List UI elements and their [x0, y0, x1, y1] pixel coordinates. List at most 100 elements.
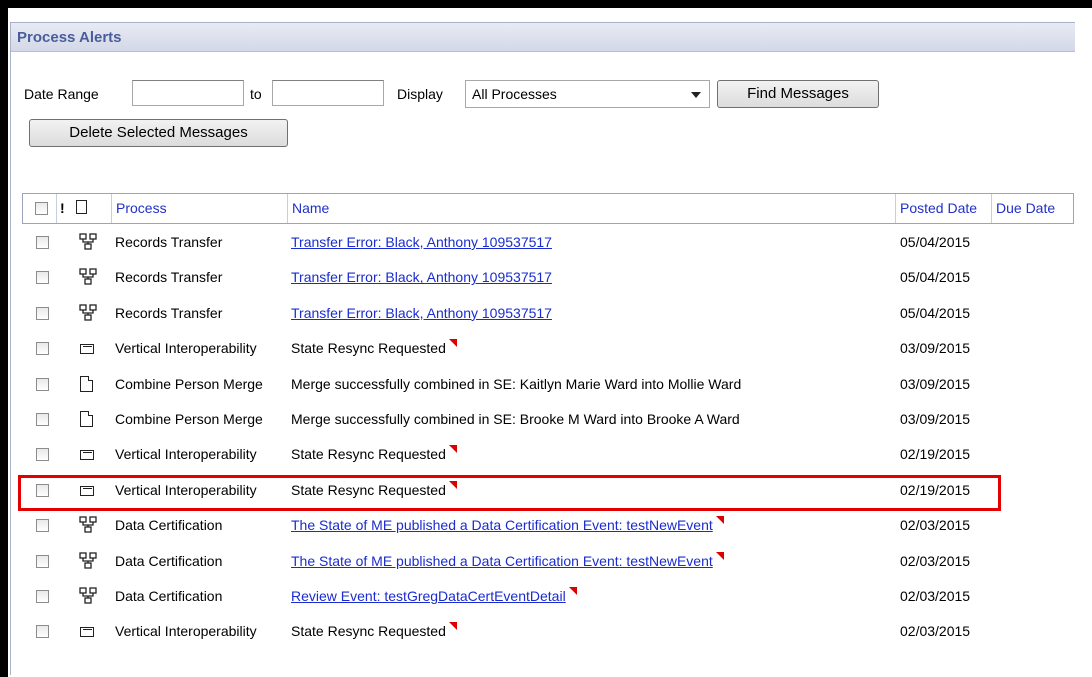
table-row: Records Transfer Transfer Error: Black, A… — [22, 225, 1074, 260]
row-checkbox[interactable] — [36, 483, 49, 497]
filter-bar: Date Range to Display All Processes Find… — [24, 80, 924, 108]
message-link[interactable]: Transfer Error: Black, Anthony 109537517 — [291, 305, 552, 321]
process-cell: Combine Person Merge — [115, 411, 263, 427]
table-row: Data Certification The State of ME publis… — [22, 508, 1074, 543]
row-checkbox[interactable] — [36, 377, 49, 391]
flag-icon — [448, 622, 457, 631]
envelope-icon — [80, 344, 94, 355]
envelope-icon — [80, 450, 94, 461]
process-flow-icon — [79, 587, 97, 604]
process-flow-icon — [79, 551, 97, 569]
date-from-input[interactable] — [132, 80, 244, 106]
name-cell: Merge successfully combined in SE: Kaitl… — [291, 367, 741, 402]
table-row: Records Transfer Transfer Error: Black, A… — [22, 296, 1074, 331]
table-row: Vertical Interoperability State Resync Re… — [22, 473, 1074, 508]
posted-date-cell: 02/03/2015 — [900, 517, 971, 534]
process-flow-icon — [79, 304, 97, 321]
row-checkbox[interactable] — [36, 236, 49, 249]
process-cell: Combine Person Merge — [115, 375, 263, 392]
flag-icon — [715, 516, 724, 525]
table-row: Data Certification The State of ME publis… — [22, 544, 1074, 579]
find-messages-button[interactable]: Find Messages — [717, 80, 879, 108]
chevron-down-icon — [691, 92, 701, 98]
message-link[interactable]: The State of ME published a Data Certifi… — [291, 553, 713, 569]
process-cell: Data Certification — [115, 517, 223, 534]
row-checkbox[interactable] — [36, 306, 49, 320]
select-all-checkbox[interactable] — [35, 202, 48, 215]
process-cell: Data Certification — [115, 552, 223, 569]
date-range-label: Date Range — [24, 86, 99, 102]
posted-date-cell: 02/03/2015 — [900, 588, 971, 604]
name-cell: Merge successfully combined in SE: Brook… — [291, 402, 740, 437]
row-checkbox[interactable] — [36, 271, 49, 285]
posted-date-cell: 05/04/2015 — [900, 234, 971, 250]
name-cell: Transfer Error: Black, Anthony 109537517 — [291, 260, 552, 295]
name-cell: Transfer Error: Black, Anthony 109537517 — [291, 296, 552, 331]
row-checkbox[interactable] — [36, 413, 49, 426]
posted-date-cell: 05/04/2015 — [900, 304, 971, 321]
posted-date-cell: 02/19/2015 — [900, 446, 971, 463]
flag-icon — [448, 480, 457, 489]
flag-icon — [715, 551, 724, 560]
row-checkbox[interactable] — [36, 590, 49, 603]
table-row: Combine Person Merge Merge successfully c… — [22, 367, 1074, 402]
posted-date-cell: 03/09/2015 — [900, 411, 971, 427]
process-column-header[interactable]: Process — [111, 194, 280, 223]
name-cell: State Resync Requested — [291, 473, 457, 508]
process-cell: Records Transfer — [115, 234, 223, 250]
process-cell: Records Transfer — [115, 269, 223, 286]
message-text: State Resync Requested — [291, 623, 446, 640]
process-cell: Records Transfer — [115, 304, 223, 321]
message-text: State Resync Requested — [291, 340, 446, 357]
table-row: Records Transfer Transfer Error: Black, A… — [22, 260, 1074, 295]
message-link[interactable]: The State of ME published a Data Certifi… — [291, 517, 713, 533]
document-icon — [80, 411, 93, 427]
date-to-input[interactable] — [272, 80, 384, 106]
row-checkbox[interactable] — [36, 554, 49, 568]
priority-column-header: ! — [56, 194, 74, 223]
message-text: Merge successfully combined in SE: Kaitl… — [291, 375, 742, 392]
process-flow-icon — [79, 233, 97, 250]
message-link[interactable]: Transfer Error: Black, Anthony 109537517 — [291, 234, 552, 250]
posted-date-cell: 03/09/2015 — [900, 340, 971, 357]
posted-date-column-header[interactable]: Posted Date — [895, 194, 992, 223]
posted-date-cell: 03/09/2015 — [900, 375, 971, 392]
posted-date-cell: 05/04/2015 — [900, 269, 971, 286]
name-cell: The State of ME published a Data Certifi… — [291, 544, 724, 579]
due-date-column-header[interactable]: Due Date — [991, 194, 1072, 223]
display-select[interactable]: All Processes — [465, 80, 710, 108]
posted-date-cell: 02/03/2015 — [900, 623, 971, 640]
delete-selected-button[interactable]: Delete Selected Messages — [29, 119, 288, 147]
table-row: Vertical Interoperability State Resync Re… — [22, 614, 1074, 649]
message-link[interactable]: Review Event: testGregDataCertEventDetai… — [291, 588, 566, 604]
row-checkbox[interactable] — [36, 519, 49, 533]
row-checkbox[interactable] — [36, 625, 49, 639]
row-checkbox[interactable] — [36, 448, 49, 462]
message-text: Merge successfully combined in SE: Brook… — [291, 411, 740, 427]
flag-icon — [448, 445, 457, 454]
envelope-icon — [80, 485, 94, 496]
message-text: State Resync Requested — [291, 481, 446, 498]
name-cell: Transfer Error: Black, Anthony 109537517 — [291, 225, 552, 260]
panel-header: Process Alerts — [11, 23, 1075, 52]
document-icon — [76, 200, 87, 214]
name-cell: The State of ME published a Data Certifi… — [291, 508, 724, 543]
process-cell: Vertical Interoperability — [115, 623, 257, 640]
name-cell: Review Event: testGregDataCertEventDetai… — [291, 579, 577, 614]
table-header: ! Process Name Posted Date Due Date — [22, 193, 1074, 224]
name-cell: State Resync Requested — [291, 331, 457, 366]
message-link[interactable]: Transfer Error: Black, Anthony 109537517 — [291, 269, 552, 285]
posted-date-cell: 02/03/2015 — [900, 552, 971, 569]
row-checkbox[interactable] — [36, 342, 49, 356]
table-row: Data Certification Review Event: testGreg… — [22, 579, 1074, 614]
table-row: Vertical Interoperability State Resync Re… — [22, 437, 1074, 472]
message-text: State Resync Requested — [291, 446, 446, 463]
process-cell: Data Certification — [115, 588, 223, 604]
process-flow-icon — [79, 516, 97, 533]
name-column-header[interactable]: Name — [287, 194, 896, 223]
process-cell: Vertical Interoperability — [115, 340, 257, 357]
envelope-icon — [80, 627, 94, 638]
flag-icon — [568, 587, 577, 595]
to-label: to — [250, 86, 262, 102]
document-icon — [80, 375, 93, 392]
